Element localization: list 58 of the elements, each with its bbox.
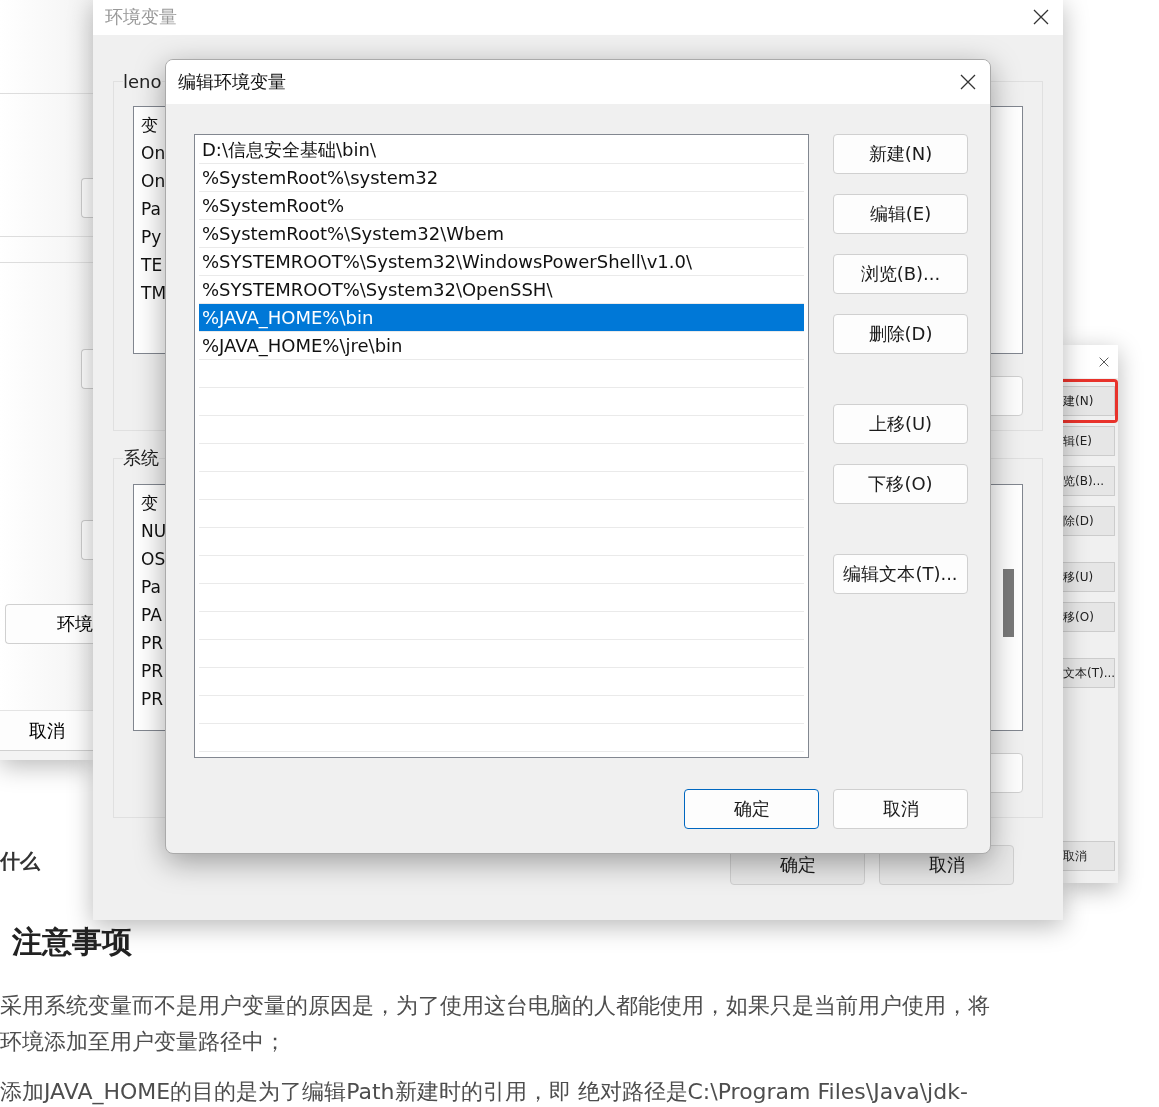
dialog-button[interactable]: 辑(E) bbox=[1063, 426, 1115, 456]
variable-name: NU bbox=[141, 520, 167, 543]
paragraph: 采用系统变量而不是用户变量的原因是，为了使用这台电脑的人都能使用，如果只是当前用户使用，将 环境添加至用户变量路径中； bbox=[0, 992, 991, 1056]
window-title: 环境变量 bbox=[105, 5, 177, 29]
dialog-button[interactable]: 下移(O) bbox=[833, 464, 968, 504]
paragraph: 添加JAVA_HOME的目的是为了编辑Path新建时的引用，即 绝对路径是C:\Program Files\Java\jdk- bbox=[0, 1078, 969, 1107]
variable-name: Py bbox=[141, 226, 162, 249]
path-entry[interactable]: %SystemRoot%\system32 bbox=[199, 164, 804, 192]
cancel-button[interactable]: 取消 bbox=[1063, 841, 1115, 871]
scrollbar-thumb[interactable] bbox=[1003, 569, 1014, 637]
dialog-button[interactable]: 览(B)... bbox=[1063, 466, 1115, 496]
variable-name: On bbox=[141, 142, 166, 165]
variable-name: Pa bbox=[141, 198, 161, 221]
partial-button[interactable] bbox=[81, 178, 93, 218]
dialog-button[interactable]: 上移(U) bbox=[833, 404, 968, 444]
dialog-button[interactable]: 删除(D) bbox=[833, 314, 968, 354]
path-entry[interactable]: %JAVA_HOME%\jre\bin bbox=[199, 332, 804, 360]
variable-name: PR bbox=[141, 632, 164, 655]
close-icon bbox=[960, 74, 976, 90]
variable-name: On bbox=[141, 170, 166, 193]
partial-button[interactable] bbox=[81, 520, 93, 560]
dialog-button[interactable]: 编辑(E) bbox=[833, 194, 968, 234]
cancel-button[interactable]: 取消 bbox=[833, 789, 968, 829]
dialog-button[interactable]: 移(O) bbox=[1063, 602, 1115, 632]
partial-button[interactable] bbox=[81, 349, 93, 389]
variable-name: TM bbox=[141, 282, 167, 305]
dialog-button[interactable]: 新建(N) bbox=[833, 134, 968, 174]
dialog-button[interactable]: 移(U) bbox=[1063, 562, 1115, 592]
variable-name: OS bbox=[141, 548, 166, 571]
dialog-button[interactable]: 文本(T)... bbox=[1063, 658, 1115, 688]
close-button[interactable] bbox=[958, 72, 978, 92]
variable-name: Pa bbox=[141, 576, 161, 599]
dialog-button[interactable]: 编辑文本(T)... bbox=[833, 554, 968, 594]
environment-button[interactable]: 环境 bbox=[5, 604, 93, 644]
path-entry[interactable]: %SystemRoot%\System32\Wbem bbox=[199, 220, 804, 248]
column-header: 变 bbox=[141, 492, 158, 515]
dialog-button[interactable]: 浏览(B)... bbox=[833, 254, 968, 294]
cancel-button[interactable]: 取消 bbox=[0, 711, 93, 751]
variable-name: TE bbox=[141, 254, 163, 277]
group-label: 系统 bbox=[123, 446, 159, 470]
group-label: leno bbox=[123, 71, 162, 92]
ok-button[interactable]: 确定 bbox=[684, 789, 819, 829]
variable-name: PR bbox=[141, 688, 164, 711]
section-heading: 注意事项 bbox=[12, 923, 132, 961]
path-entry[interactable]: D:\信息安全基础\bin\ bbox=[199, 136, 804, 164]
path-entry[interactable]: %SystemRoot% bbox=[199, 192, 804, 220]
heading-fragment: 什么 bbox=[0, 848, 40, 875]
path-entry[interactable]: %JAVA_HOME%\bin bbox=[199, 304, 804, 332]
variable-name: PR bbox=[141, 660, 164, 683]
column-header: 变 bbox=[141, 114, 158, 137]
path-entry[interactable]: %SYSTEMROOT%\System32\WindowsPowerShell\v1.0\ bbox=[199, 248, 804, 276]
dialog-button[interactable]: 建(N) bbox=[1063, 386, 1115, 416]
close-icon bbox=[1099, 356, 1109, 367]
dialog-button[interactable]: 除(D) bbox=[1063, 506, 1115, 536]
close-button[interactable] bbox=[1031, 7, 1051, 27]
variable-name: PA bbox=[141, 604, 162, 627]
close-icon bbox=[1033, 9, 1049, 25]
dialog-title: 编辑环境变量 bbox=[178, 70, 286, 94]
